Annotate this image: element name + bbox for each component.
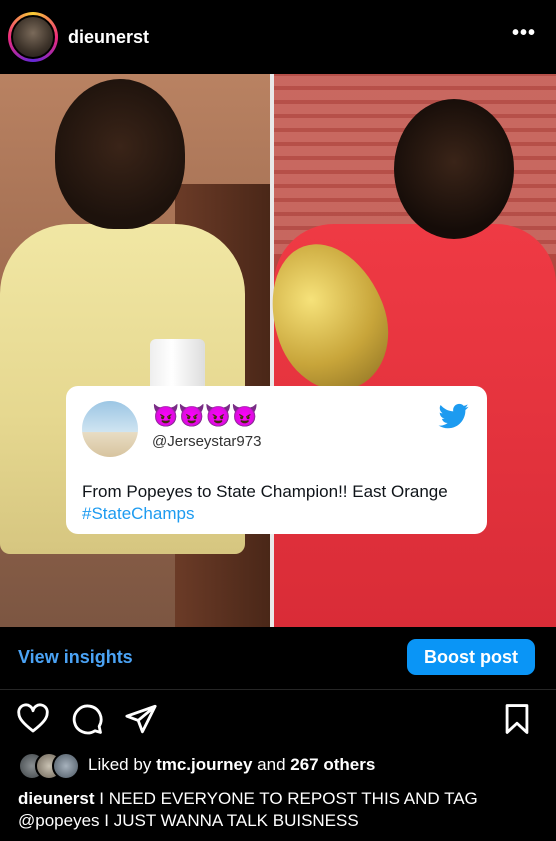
left-photo <box>0 74 270 627</box>
caption-username[interactable]: dieunerst <box>18 789 95 808</box>
action-icons-row <box>0 690 556 746</box>
twitter-icon <box>438 403 469 429</box>
liker-avatar <box>52 752 80 780</box>
profile-avatar[interactable] <box>8 12 58 62</box>
view-insights-link[interactable]: View insights <box>18 647 133 668</box>
post-caption: dieunerst I NEED EVERYONE TO REPOST THIS… <box>18 788 543 832</box>
heart-icon[interactable] <box>16 702 50 736</box>
tweet-hashtag[interactable]: #StateChamps <box>82 504 194 523</box>
insights-row: View insights Boost post <box>0 627 556 690</box>
likes-prefix: Liked by <box>88 755 152 774</box>
player-head <box>394 99 514 239</box>
likes-middle: and <box>257 755 286 774</box>
kid-head <box>55 79 185 229</box>
share-icon[interactable] <box>124 702 158 736</box>
right-photo <box>251 74 556 627</box>
avatar-image <box>11 15 55 59</box>
post-header: dieunerst ••• <box>0 0 556 74</box>
likes-others[interactable]: 267 others <box>290 755 375 774</box>
tweet-avatar <box>82 401 138 457</box>
tweet-body: From Popeyes to State Champion!! East Or… <box>82 482 448 501</box>
comment-icon[interactable] <box>70 702 104 736</box>
boost-post-button[interactable]: Boost post <box>407 639 535 675</box>
likes-user[interactable]: tmc.journey <box>156 755 252 774</box>
caption-mention[interactable]: @popeyes <box>18 811 100 830</box>
tweet-card: 😈😈😈😈 @Jerseystar973 From Popeyes to Stat… <box>66 386 487 534</box>
post-image[interactable] <box>0 74 556 627</box>
bookmark-icon[interactable] <box>500 702 534 736</box>
caption-text-2: I JUST WANNA TALK BUISNESS <box>104 811 359 830</box>
tweet-text: From Popeyes to State Champion!! East Or… <box>82 481 477 525</box>
caption-text: I NEED EVERYONE TO REPOST THIS AND TAG <box>99 789 478 808</box>
liker-avatars[interactable] <box>18 752 82 780</box>
likes-text[interactable]: Liked by tmc.journey and 267 others <box>88 755 375 775</box>
more-icon[interactable]: ••• <box>512 22 536 45</box>
post-username[interactable]: dieunerst <box>68 27 149 48</box>
likes-summary: Liked by tmc.journey and 267 others <box>18 752 538 780</box>
tweet-handle: @Jerseystar973 <box>152 433 262 450</box>
devil-emojis: 😈😈😈😈 <box>152 403 259 428</box>
